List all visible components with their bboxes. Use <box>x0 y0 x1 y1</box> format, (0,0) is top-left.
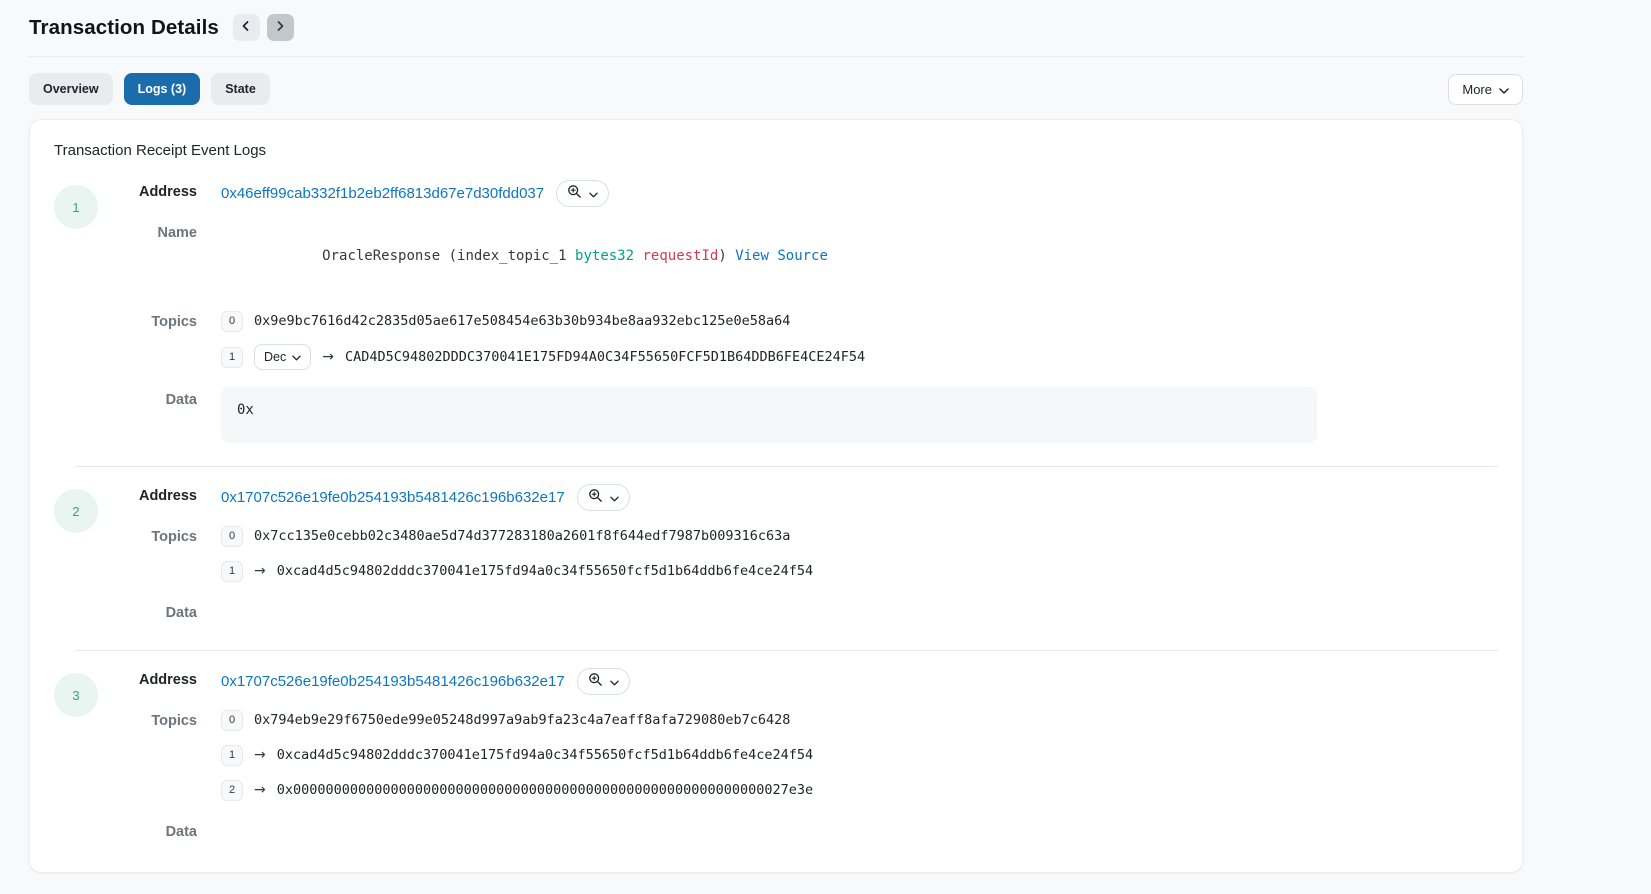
magnifier-plus-icon <box>567 184 582 202</box>
card-title: Transaction Receipt Event Logs <box>54 142 1498 159</box>
param-type: bytes32 <box>575 248 634 264</box>
topic-hash: 0x00000000000000000000000000000000000000… <box>277 782 813 798</box>
page-header: Transaction Details <box>0 14 1651 41</box>
tab-bar: Overview Logs (3) State <box>29 73 270 105</box>
address-label: Address <box>98 483 197 510</box>
next-transaction-button[interactable] <box>267 14 294 41</box>
log-entry-1: 1 Address 0x46eff99cab332f1b2eb2ff6813d6… <box>54 179 1498 443</box>
log-entry-2: 2 Address 0x1707c526e19fe0b254193b548142… <box>54 483 1498 627</box>
topic-hash: 0x794eb9e29f6750ede99e05248d997a9ab9fa23… <box>254 712 790 728</box>
topic-row: 1 Dec → CAD4D5C94802DDDC370041E175FD94A0… <box>221 344 1498 370</box>
chevron-down-icon <box>610 490 619 505</box>
log-data-value: 0x <box>221 387 1317 443</box>
topic-hash: 0x7cc135e0cebb02c3480ae5d74d377283180a26… <box>254 528 790 544</box>
topic-row: 1 → 0xcad4d5c94802dddc370041e175fd94a0c3… <box>221 559 1498 583</box>
arrow-right-icon: → <box>254 782 266 798</box>
previous-transaction-button[interactable] <box>233 14 260 41</box>
event-name: OracleResponse (index_topic_1 <box>322 248 575 264</box>
transaction-details-page: Transaction Details Overview Logs (3) St… <box>0 0 1651 894</box>
view-source-link[interactable]: View Source <box>735 248 828 264</box>
topic-row: 1 → 0xcad4d5c94802dddc370041e175fd94a0c3… <box>221 743 1498 767</box>
topic-index-badge: 0 <box>221 526 243 547</box>
magnifier-plus-icon <box>588 672 603 690</box>
topic-index-badge: 2 <box>221 780 243 801</box>
topic-row: 0 0x794eb9e29f6750ede99e05248d997a9ab9fa… <box>221 708 1498 732</box>
topic-index-badge: 1 <box>221 347 243 368</box>
data-label: Data <box>98 819 197 846</box>
tx-nav-buttons <box>233 14 294 41</box>
chevron-down-icon <box>1499 82 1509 97</box>
address-label: Address <box>98 179 197 206</box>
header-divider <box>29 56 1523 57</box>
arrow-right-icon: → <box>322 349 334 365</box>
topic-decode-dropdown[interactable]: Dec <box>254 344 311 370</box>
log-index-badge: 1 <box>54 185 98 229</box>
topic-hash: 0xcad4d5c94802dddc370041e175fd94a0c34f55… <box>277 563 813 579</box>
log-divider <box>75 650 1498 651</box>
chevron-down-icon <box>589 186 598 201</box>
address-zoom-dropdown-button[interactable] <box>556 180 609 207</box>
topic-hash: 0xcad4d5c94802dddc370041e175fd94a0c34f55… <box>277 747 813 763</box>
data-label: Data <box>98 387 197 414</box>
topic-index-badge: 0 <box>221 311 243 332</box>
topic-index-badge: 0 <box>221 710 243 731</box>
tab-state[interactable]: State <box>211 73 270 105</box>
log-index-badge: 3 <box>54 673 98 717</box>
tab-overview[interactable]: Overview <box>29 73 113 105</box>
arrow-right-icon: → <box>254 563 266 579</box>
log-index-badge: 2 <box>54 489 98 533</box>
log-divider <box>75 466 1498 467</box>
topic-hash: CAD4D5C94802DDDC370041E175FD94A0C34F5565… <box>345 349 865 365</box>
data-label: Data <box>98 600 197 627</box>
topics-label: Topics <box>98 524 197 551</box>
topic-row: 0 0x9e9bc7616d42c2835d05ae617e508454e63b… <box>221 309 1498 333</box>
tabs-row: Overview Logs (3) State More <box>29 73 1523 105</box>
more-label: More <box>1462 82 1492 97</box>
topic-hash: 0x9e9bc7616d42c2835d05ae617e508454e63b30… <box>254 313 790 329</box>
log-address-link[interactable]: 0x1707c526e19fe0b254193b5481426c196b632e… <box>221 489 565 506</box>
event-signature: OracleResponse (index_topic_1 bytes32 re… <box>221 220 1498 292</box>
topic-row: 0 0x7cc135e0cebb02c3480ae5d74d377283180a… <box>221 524 1498 548</box>
topics-label: Topics <box>98 708 197 735</box>
page-title: Transaction Details <box>29 16 219 40</box>
topic-index-badge: 1 <box>221 745 243 766</box>
address-label: Address <box>98 667 197 694</box>
chevron-down-icon <box>292 350 301 364</box>
magnifier-plus-icon <box>588 488 603 506</box>
address-zoom-dropdown-button[interactable] <box>577 668 630 695</box>
event-logs-card: Transaction Receipt Event Logs 1 Address… <box>29 119 1523 873</box>
arrow-right-icon: → <box>254 747 266 763</box>
log-address-link[interactable]: 0x1707c526e19fe0b254193b5481426c196b632e… <box>221 673 565 690</box>
topic-row: 2 → 0x0000000000000000000000000000000000… <box>221 778 1498 802</box>
chevron-left-icon <box>240 20 252 35</box>
topics-label: Topics <box>98 309 197 336</box>
tab-logs[interactable]: Logs (3) <box>124 73 201 105</box>
address-zoom-dropdown-button[interactable] <box>577 484 630 511</box>
log-address-link[interactable]: 0x46eff99cab332f1b2eb2ff6813d67e7d30fdd0… <box>221 185 544 202</box>
log-entry-3: 3 Address 0x1707c526e19fe0b254193b548142… <box>54 667 1498 846</box>
chevron-right-icon <box>274 20 286 35</box>
topic-index-badge: 1 <box>221 561 243 582</box>
name-label: Name <box>98 220 197 247</box>
param-name: requestId <box>642 248 718 264</box>
more-dropdown-button[interactable]: More <box>1448 74 1523 105</box>
chevron-down-icon <box>610 674 619 689</box>
